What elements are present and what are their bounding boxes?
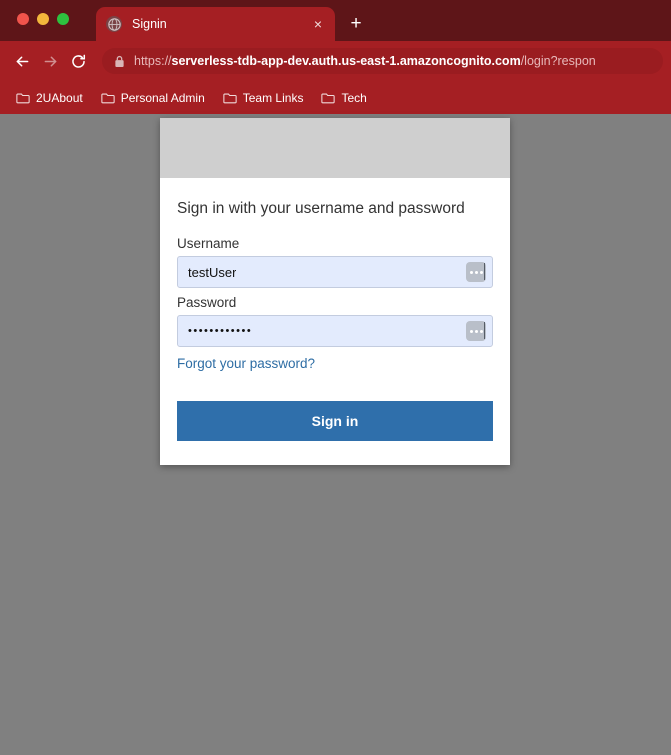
browser-window: Signin × + https://serverless-tdb-app-de…: [0, 0, 671, 755]
bookmark-label: 2UAbout: [36, 90, 83, 105]
text-caret: [483, 263, 485, 280]
url-scheme: https://: [134, 54, 172, 68]
browser-toolbar: https://serverless-tdb-app-dev.auth.us-e…: [0, 41, 671, 81]
back-arrow-icon[interactable]: [8, 47, 36, 75]
new-tab-button[interactable]: +: [345, 12, 367, 34]
page-title: Sign in with your username and password: [177, 200, 465, 217]
close-window-button[interactable]: [17, 13, 29, 25]
bookmark-tech[interactable]: Tech: [315, 88, 372, 108]
tab-strip: Signin × +: [0, 0, 671, 41]
username-field-wrap: testUser: [177, 256, 493, 288]
username-input[interactable]: testUser: [177, 256, 493, 288]
bookmark-label: Personal Admin: [120, 90, 205, 105]
password-value: ••••••••••••: [188, 325, 253, 337]
minimize-window-button[interactable]: [37, 13, 49, 25]
lock-icon: [114, 55, 125, 68]
bookmark-team-links[interactable]: Team Links: [217, 88, 310, 108]
browser-tab-signin[interactable]: Signin ×: [96, 7, 335, 41]
url-path: /login?respon: [520, 54, 596, 68]
text-caret: [483, 322, 485, 339]
window-controls: [17, 13, 69, 25]
bookmark-personal-admin[interactable]: Personal Admin: [95, 88, 211, 108]
page-viewport: Sign in with your username and password …: [0, 114, 671, 755]
bookmark-2uabout[interactable]: 2UAbout: [10, 88, 89, 108]
signin-card: Sign in with your username and password …: [160, 118, 510, 465]
card-banner: [160, 118, 510, 178]
bookmark-label: Team Links: [242, 90, 304, 105]
username-label: Username: [177, 236, 240, 251]
close-icon[interactable]: ×: [309, 15, 327, 33]
reload-icon[interactable]: [64, 47, 92, 75]
password-field-wrap: ••••••••••••: [177, 315, 493, 347]
password-label: Password: [177, 295, 237, 310]
folder-icon: [321, 92, 336, 104]
address-bar[interactable]: https://serverless-tdb-app-dev.auth.us-e…: [102, 48, 663, 74]
password-input[interactable]: ••••••••••••: [177, 315, 493, 347]
url-host: serverless-tdb-app-dev.auth.us-east-1.am…: [171, 54, 521, 68]
globe-icon: [106, 16, 122, 32]
folder-icon: [101, 92, 115, 104]
tab-title: Signin: [132, 17, 167, 31]
address-bar-text: https://serverless-tdb-app-dev.auth.us-e…: [134, 54, 596, 68]
username-value: testUser: [188, 264, 237, 280]
folder-icon: [223, 92, 237, 104]
sign-in-button[interactable]: Sign in: [177, 401, 493, 441]
signin-form: Sign in with your username and password …: [160, 178, 510, 465]
bookmarks-bar: 2UAbout Personal Admin Team Links Tech: [0, 81, 671, 114]
folder-icon: [16, 92, 30, 104]
bookmark-label: Tech: [341, 90, 367, 105]
forward-arrow-icon: [36, 47, 64, 75]
forgot-password-link[interactable]: Forgot your password?: [177, 356, 315, 371]
maximize-window-button[interactable]: [57, 13, 69, 25]
